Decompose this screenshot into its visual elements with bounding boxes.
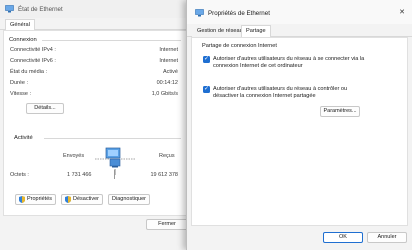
allow-connect-checkbox[interactable]: ✓ xyxy=(203,56,210,63)
octets-sent-value: 1 731 466 xyxy=(67,172,92,178)
connection-heading: Connexion xyxy=(9,37,37,43)
status-tab-bar: Général xyxy=(0,18,190,31)
media-state-value: Activé xyxy=(163,69,178,75)
row-duration: Durée : 00:14:12 xyxy=(10,80,178,89)
tab-network[interactable]: Gestion de réseau xyxy=(192,25,248,37)
media-state-label: État du média : xyxy=(10,69,47,75)
ok-button[interactable]: OK xyxy=(323,232,363,243)
row-ipv4: Connectivité IPv4 : Internet xyxy=(10,47,178,56)
general-panel: Connexion Connectivité IPv4 : Internet C… xyxy=(3,30,187,216)
ethernet-properties-window: Propriétés de Ethernet ✕ Gestion de rése… xyxy=(186,0,412,250)
row-ipv6: Connectivité IPv6 : Internet xyxy=(10,58,178,67)
status-title-bar[interactable]: État de Ethernet xyxy=(0,0,190,18)
disable-button-label: Désactiver xyxy=(73,196,99,202)
status-window-title: État de Ethernet xyxy=(18,5,63,13)
speed-label: Vitesse : xyxy=(10,91,31,97)
ics-group-heading: Partage de connexion Internet xyxy=(202,43,277,49)
properties-window-title: Propriétés de Ethernet xyxy=(208,9,270,17)
allow-connect-label: Autoriser d'autres utilisateurs du résea… xyxy=(213,56,364,70)
settings-button[interactable]: Paramètres... xyxy=(320,106,360,117)
allow-control-line1: Autoriser d'autres utilisateurs du résea… xyxy=(213,86,348,92)
speed-value: 1,0 Gbits/s xyxy=(151,91,178,97)
allow-connect-line1: Autoriser d'autres utilisateurs du résea… xyxy=(213,56,365,62)
network-icon xyxy=(195,9,204,17)
duration-label: Durée : xyxy=(10,80,29,86)
network-icon xyxy=(5,5,14,13)
allow-control-label: Autoriser d'autres utilisateurs du résea… xyxy=(213,86,347,100)
properties-button-label: Propriétés xyxy=(26,196,53,202)
connection-divider xyxy=(42,40,181,41)
octets-label: Octets : xyxy=(10,172,29,178)
activity-separator xyxy=(114,170,115,179)
properties-button[interactable]: Propriétés xyxy=(15,194,56,205)
octets-received-value: 19 612 378 xyxy=(150,172,178,178)
sent-label: Envoyés xyxy=(63,153,85,159)
cancel-button[interactable]: Annuler xyxy=(367,232,407,243)
ipv4-label: Connectivité IPv4 : xyxy=(10,47,56,53)
row-media-state: État du média : Activé xyxy=(10,69,178,78)
activity-heading: Activité xyxy=(14,135,33,141)
ipv6-value: Internet xyxy=(159,58,178,64)
details-button[interactable]: Détails... xyxy=(26,103,64,114)
sharing-panel: Partage de connexion Internet ✓ Autorise… xyxy=(191,37,408,226)
activity-divider xyxy=(44,138,181,139)
allow-control-checkbox[interactable]: ✓ xyxy=(203,86,210,93)
properties-tab-bar: Gestion de réseau Partage xyxy=(187,24,412,37)
ethernet-status-window: État de Ethernet Général Connexion Conne… xyxy=(0,0,191,250)
network-activity-icon xyxy=(95,147,135,175)
duration-value: 00:14:12 xyxy=(156,80,178,86)
diagnose-button[interactable]: Diagnostiquer xyxy=(108,194,150,205)
allow-control-line2: désactiver la connexion Internet partagé… xyxy=(213,93,316,99)
admin-shield-icon xyxy=(65,196,71,203)
properties-title-bar[interactable]: Propriétés de Ethernet ✕ xyxy=(187,0,412,26)
received-label: Reçus xyxy=(159,153,175,159)
ipv4-value: Internet xyxy=(159,47,178,53)
row-octets: Octets : 1 731 466 19 612 378 xyxy=(10,172,178,181)
disable-button[interactable]: Désactiver xyxy=(61,194,103,205)
row-speed: Vitesse : 1,0 Gbits/s xyxy=(10,91,178,100)
allow-connect-line2: connexion Internet de cet ordinateur xyxy=(213,63,303,69)
close-window-icon[interactable]: ✕ xyxy=(399,8,405,16)
close-button[interactable]: Fermer xyxy=(146,219,188,230)
tab-sharing[interactable]: Partage xyxy=(241,25,271,37)
ipv6-label: Connectivité IPv6 : xyxy=(10,58,56,64)
admin-shield-icon xyxy=(18,196,25,203)
